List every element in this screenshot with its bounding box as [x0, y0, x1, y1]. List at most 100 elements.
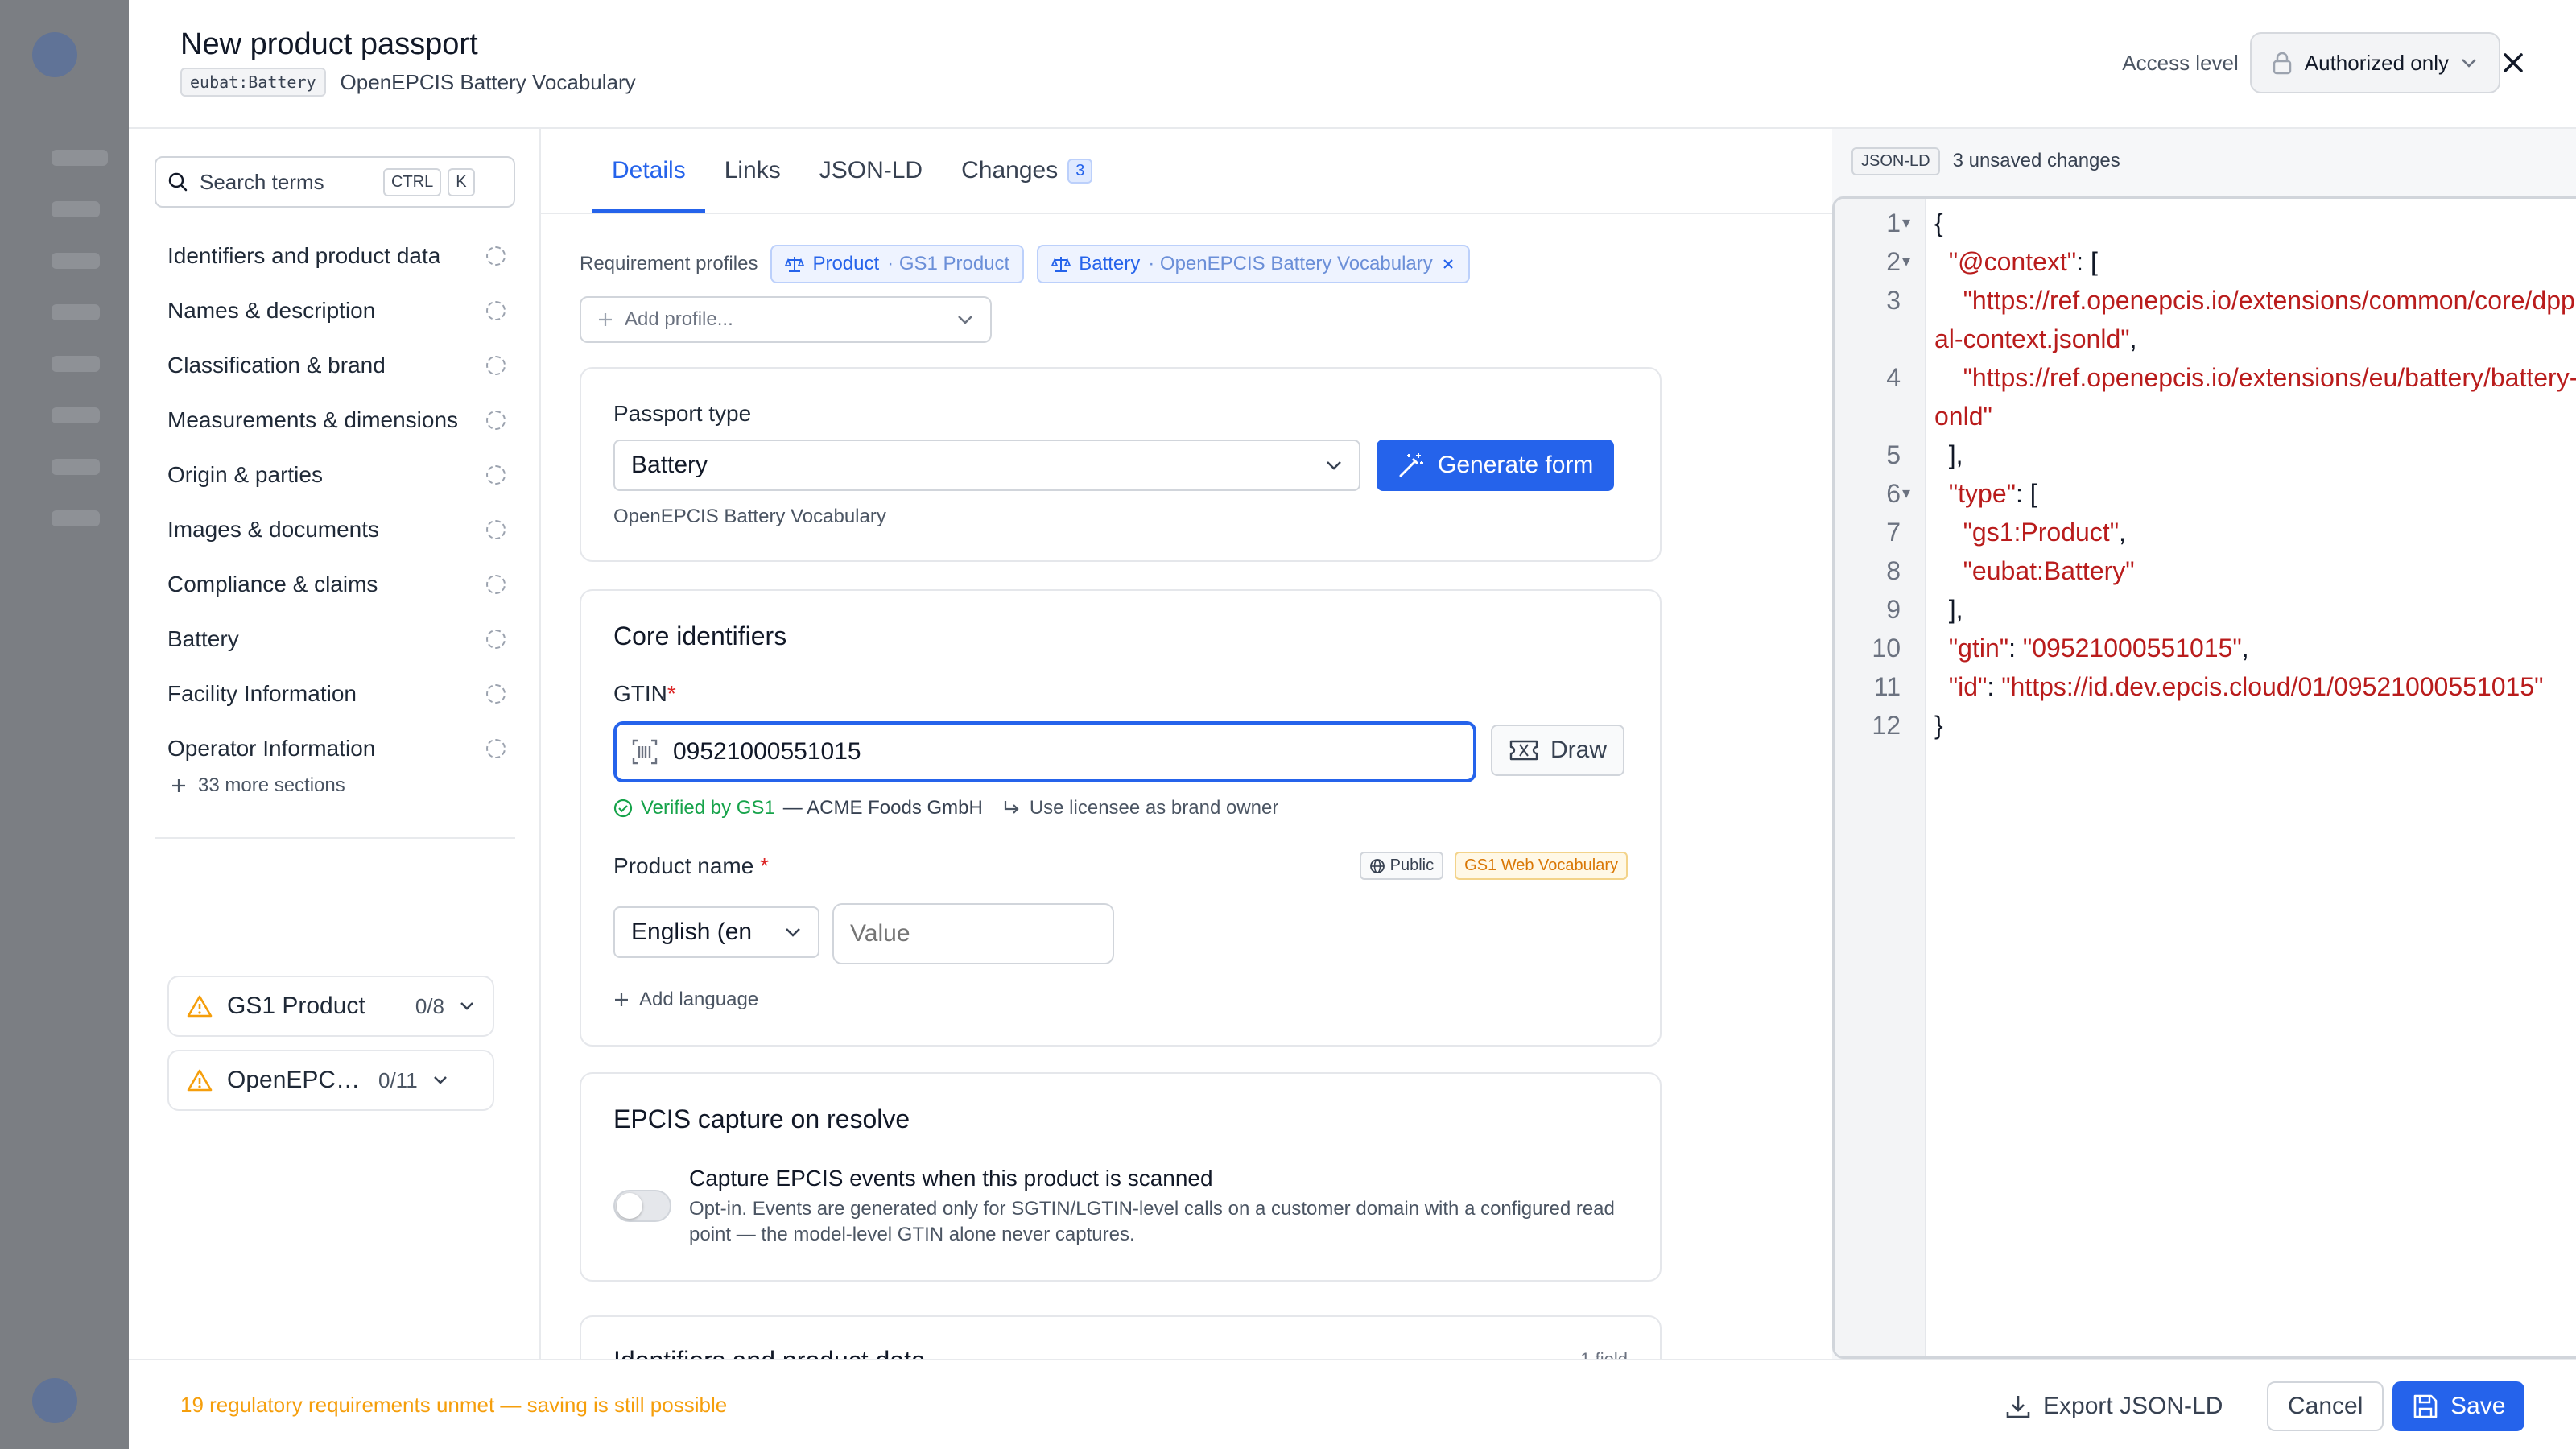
tab-label: Links — [724, 157, 781, 184]
sidebar-item-label: Compliance & claims — [167, 572, 378, 597]
vocabulary-name: OpenEPCIS Battery Vocabulary — [340, 69, 636, 94]
use-licensee-link[interactable]: Use licensee as brand owner — [1002, 797, 1278, 819]
sidebar-item-label: Origin & parties — [167, 462, 323, 487]
add-profile-placeholder: Add profile... — [625, 308, 733, 330]
progress-ring-icon — [486, 575, 506, 594]
chevron-down-icon — [1325, 460, 1343, 471]
code-line: 6 ▾ "type": [ — [1835, 474, 2576, 513]
line-number: 10 — [1872, 634, 1901, 663]
tab-changes[interactable]: Changes 3 — [942, 129, 1112, 213]
tabs-divider — [541, 213, 1832, 214]
line-number: 8 — [1886, 556, 1901, 585]
tab-details[interactable]: Details — [592, 129, 705, 213]
save-button[interactable]: Save — [2392, 1381, 2525, 1431]
warning-icon — [187, 994, 213, 1018]
json-code-editor[interactable]: 1 ▾{ 2 ▾ "@context": [ 3 "https://ref.open… — [1832, 196, 2576, 1359]
progress-ring-icon — [486, 630, 506, 649]
profile-chip-product[interactable]: Product · GS1 Product — [770, 245, 1025, 283]
tag-public-label: Public — [1389, 857, 1435, 874]
requirement-openepcis-battery[interactable]: OpenEPCIS Battery Vocabulary 0/11 — [167, 1050, 494, 1111]
epcis-heading: EPCIS capture on resolve — [613, 1104, 910, 1133]
remove-profile-icon[interactable] — [1441, 257, 1455, 271]
regulatory-warning: 19 regulatory requirements unmet — savin… — [180, 1393, 728, 1417]
cancel-button[interactable]: Cancel — [2267, 1381, 2384, 1431]
gtin-field — [613, 721, 1476, 782]
divider — [155, 837, 515, 839]
passport-modal: New product passport eubat:Battery OpenE… — [129, 0, 2576, 1449]
scale-icon — [1051, 255, 1071, 273]
gtin-label: GTIN* — [613, 681, 676, 707]
access-level-select[interactable]: Authorized only — [2249, 32, 2500, 93]
sidebar-item-battery[interactable]: Battery — [167, 612, 506, 667]
gtin-input[interactable] — [673, 738, 1397, 766]
json-string: "https://ref.openepcis.io/extensions/eu/… — [1934, 363, 2576, 431]
epcis-toggle-description: Opt-in. Events are generated only for SG… — [689, 1198, 1615, 1245]
shortcut-k: K — [448, 167, 475, 196]
scale-icon — [785, 255, 805, 273]
fold-icon[interactable]: ▾ — [1902, 242, 1910, 281]
identifiers-product-data-card: Identifiers and product data 1 field — [580, 1315, 1662, 1359]
code-line: 3 "https://ref.openepcis.io/extensions/c… — [1835, 281, 2576, 358]
line-number: 12 — [1872, 711, 1901, 740]
add-language-button[interactable]: Add language — [613, 989, 758, 1011]
export-label: Export JSON-LD — [2043, 1393, 2223, 1419]
json-string: "gs1:Product" — [1963, 518, 2120, 547]
code-text: : — [1987, 672, 2002, 701]
code-line: 12} — [1835, 706, 2576, 745]
tab-links[interactable]: Links — [705, 129, 800, 213]
language-select[interactable]: English (en — [613, 906, 819, 958]
draw-label: Draw — [1550, 737, 1608, 763]
fold-icon[interactable]: ▾ — [1902, 204, 1910, 242]
sidebar-item-label: Measurements & dimensions — [167, 407, 459, 432]
passport-type-hint: OpenEPCIS Battery Vocabulary — [613, 506, 886, 527]
sidebar-item-facility[interactable]: Facility Information — [167, 667, 506, 721]
sidebar-item-operator[interactable]: Operator Information — [167, 721, 506, 776]
tab-json-ld[interactable]: JSON-LD — [800, 129, 942, 213]
requirement-gs1-product[interactable]: GS1 Product 0/8 — [167, 976, 494, 1037]
code-text: { — [1934, 208, 1943, 237]
profile-chip-battery[interactable]: Battery · OpenEPCIS Battery Vocabulary — [1037, 245, 1470, 283]
more-sections-button[interactable]: 33 more sections — [171, 774, 345, 797]
code-text: ], — [1948, 595, 1963, 624]
sidebar-item-images[interactable]: Images & documents — [167, 502, 506, 557]
epcis-capture-toggle[interactable] — [613, 1190, 671, 1222]
close-icon[interactable] — [2496, 45, 2531, 80]
progress-ring-icon — [486, 684, 506, 704]
add-profile-select[interactable]: Add profile... — [580, 296, 992, 343]
sidebar-item-label: Identifiers and product data — [167, 243, 441, 268]
verified-company: — ACME Foods GmbH — [782, 797, 983, 819]
line-number: 6 — [1886, 479, 1901, 508]
sidebar-item-origin[interactable]: Origin & parties — [167, 448, 506, 502]
backdrop-overlay[interactable] — [0, 0, 129, 1449]
export-json-ld-button[interactable]: Export JSON-LD — [1985, 1381, 2242, 1431]
backdrop-nav — [52, 407, 100, 423]
search-terms: CTRL K — [155, 156, 515, 208]
json-string: "eubat:Battery" — [1963, 556, 2135, 585]
sidebar-item-identifiers[interactable]: Identifiers and product data — [167, 229, 506, 283]
progress-ring-icon — [486, 356, 506, 375]
save-icon — [2412, 1393, 2439, 1420]
tag-public: Public — [1359, 852, 1444, 880]
sidebar-item-measurements[interactable]: Measurements & dimensions — [167, 393, 506, 448]
plus-icon — [597, 312, 613, 328]
line-number: 4 — [1886, 363, 1901, 392]
code-line: 9 ], — [1835, 590, 2576, 629]
sidebar-item-compliance[interactable]: Compliance & claims — [167, 557, 506, 612]
sidebar-item-classification[interactable]: Classification & brand — [167, 338, 506, 393]
save-label: Save — [2450, 1393, 2506, 1419]
draw-button[interactable]: Draw — [1491, 724, 1625, 776]
passport-type-select[interactable]: Battery — [613, 440, 1360, 491]
product-name-value-input[interactable] — [832, 903, 1114, 964]
plus-icon — [171, 778, 187, 794]
code-text: : [ — [2015, 479, 2037, 508]
epcis-capture-card: EPCIS capture on resolve Capture EPCIS e… — [580, 1072, 1662, 1282]
chevron-down-icon — [784, 927, 802, 938]
json-string: "09521000551015" — [2022, 634, 2242, 663]
search-input[interactable] — [200, 169, 377, 195]
modal-footer: 19 regulatory requirements unmet — savin… — [129, 1359, 2576, 1449]
modal-subtitle: eubat:Battery OpenEPCIS Battery Vocabula… — [180, 68, 636, 97]
fold-icon[interactable]: ▾ — [1902, 474, 1910, 513]
passport-type-label: Passport type — [613, 401, 752, 426]
sidebar-item-names[interactable]: Names & description — [167, 283, 506, 338]
generate-form-button[interactable]: Generate form — [1377, 440, 1615, 491]
